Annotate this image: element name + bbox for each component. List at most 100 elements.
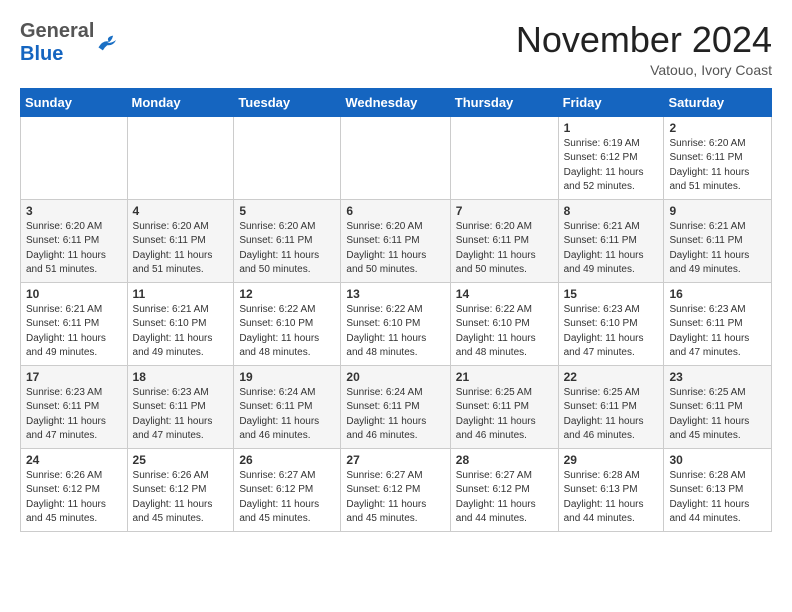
day-info: Sunrise: 6:21 AM Sunset: 6:11 PM Dayligh…	[669, 220, 766, 278]
calendar-cell: 25 Sunrise: 6:26 AM Sunset: 6:12 PM Dayli…	[127, 448, 234, 531]
location: Vatouo, Ivory Coast	[516, 62, 772, 78]
calendar-cell: 6Sunrise: 6:20 AM Sunset: 6:11 PM Daylig…	[341, 199, 450, 282]
day-number: 26	[239, 453, 335, 467]
col-header-thursday: Thursday	[450, 88, 558, 116]
col-header-saturday: Saturday	[664, 88, 772, 116]
calendar-cell: 20 Sunrise: 6:24 AM Sunset: 6:11 PM Dayli…	[341, 365, 450, 448]
calendar-cell: 30 Sunrise: 6:28 AM Sunset: 6:13 PM Dayli…	[664, 448, 772, 531]
page: General Blue November 2024 Vatouo, Ivory…	[0, 0, 792, 552]
day-number: 28	[456, 453, 553, 467]
calendar-cell: 29Sunrise: 6:28 AM Sunset: 6:13 PM Dayli…	[558, 448, 664, 531]
calendar-cell: 7 Sunrise: 6:20 AM Sunset: 6:11 PM Daylig…	[450, 199, 558, 282]
day-info: Sunrise: 6:25 AM Sunset: 6:11 PM Dayligh…	[669, 386, 766, 444]
calendar-cell: 11 Sunrise: 6:21 AM Sunset: 6:10 PM Dayli…	[127, 282, 234, 365]
col-header-monday: Monday	[127, 88, 234, 116]
calendar-cell: 5Sunrise: 6:20 AM Sunset: 6:11 PM Daylig…	[234, 199, 341, 282]
calendar-cell: 3 Sunrise: 6:20 AM Sunset: 6:11 PM Daylig…	[21, 199, 128, 282]
calendar-cell: 15 Sunrise: 6:23 AM Sunset: 6:10 PM Dayli…	[558, 282, 664, 365]
day-info: Sunrise: 6:28 AM Sunset: 6:13 PM Dayligh…	[669, 469, 766, 527]
logo: General Blue	[20, 20, 119, 66]
col-header-wednesday: Wednesday	[341, 88, 450, 116]
day-number: 11	[133, 287, 229, 301]
day-number: 3	[26, 204, 122, 218]
day-info: Sunrise: 6:20 AM Sunset: 6:11 PM Dayligh…	[346, 220, 444, 278]
day-number: 10	[26, 287, 122, 301]
calendar-cell: 8Sunrise: 6:21 AM Sunset: 6:11 PM Daylig…	[558, 199, 664, 282]
day-number: 25	[133, 453, 229, 467]
calendar-cell	[234, 116, 341, 199]
day-number: 7	[456, 204, 553, 218]
calendar-cell: 27 Sunrise: 6:27 AM Sunset: 6:12 PM Dayli…	[341, 448, 450, 531]
calendar-cell: 19Sunrise: 6:24 AM Sunset: 6:11 PM Dayli…	[234, 365, 341, 448]
day-number: 14	[456, 287, 553, 301]
calendar-week-4: 17Sunrise: 6:23 AM Sunset: 6:11 PM Dayli…	[21, 365, 772, 448]
day-info: Sunrise: 6:24 AM Sunset: 6:11 PM Dayligh…	[346, 386, 444, 444]
day-info: Sunrise: 6:21 AM Sunset: 6:11 PM Dayligh…	[564, 220, 659, 278]
logo-bird-icon	[97, 34, 119, 52]
day-info: Sunrise: 6:20 AM Sunset: 6:11 PM Dayligh…	[133, 220, 229, 278]
calendar-cell: 9 Sunrise: 6:21 AM Sunset: 6:11 PM Daylig…	[664, 199, 772, 282]
calendar-table: SundayMondayTuesdayWednesdayThursdayFrid…	[20, 88, 772, 532]
calendar-header-row: SundayMondayTuesdayWednesdayThursdayFrid…	[21, 88, 772, 116]
day-number: 15	[564, 287, 659, 301]
day-number: 20	[346, 370, 444, 384]
day-number: 16	[669, 287, 766, 301]
calendar-cell: 2Sunrise: 6:20 AM Sunset: 6:11 PM Daylig…	[664, 116, 772, 199]
calendar-cell: 12Sunrise: 6:22 AM Sunset: 6:10 PM Dayli…	[234, 282, 341, 365]
calendar-cell	[21, 116, 128, 199]
day-number: 29	[564, 453, 659, 467]
calendar-cell: 10 Sunrise: 6:21 AM Sunset: 6:11 PM Dayli…	[21, 282, 128, 365]
calendar-cell: 14 Sunrise: 6:22 AM Sunset: 6:10 PM Dayli…	[450, 282, 558, 365]
day-number: 30	[669, 453, 766, 467]
day-info: Sunrise: 6:23 AM Sunset: 6:11 PM Dayligh…	[133, 386, 229, 444]
title-block: November 2024 Vatouo, Ivory Coast	[516, 20, 772, 78]
calendar-cell: 23 Sunrise: 6:25 AM Sunset: 6:11 PM Dayli…	[664, 365, 772, 448]
day-number: 4	[133, 204, 229, 218]
day-info: Sunrise: 6:22 AM Sunset: 6:10 PM Dayligh…	[456, 303, 553, 361]
day-number: 21	[456, 370, 553, 384]
day-info: Sunrise: 6:26 AM Sunset: 6:12 PM Dayligh…	[26, 469, 122, 527]
day-number: 27	[346, 453, 444, 467]
day-number: 9	[669, 204, 766, 218]
calendar-week-5: 24 Sunrise: 6:26 AM Sunset: 6:12 PM Dayli…	[21, 448, 772, 531]
day-info: Sunrise: 6:22 AM Sunset: 6:10 PM Dayligh…	[346, 303, 444, 361]
day-info: Sunrise: 6:24 AM Sunset: 6:11 PM Dayligh…	[239, 386, 335, 444]
day-info: Sunrise: 6:23 AM Sunset: 6:11 PM Dayligh…	[26, 386, 122, 444]
day-number: 5	[239, 204, 335, 218]
col-header-friday: Friday	[558, 88, 664, 116]
calendar-week-1: 1Sunrise: 6:19 AM Sunset: 6:12 PM Daylig…	[21, 116, 772, 199]
col-header-sunday: Sunday	[21, 88, 128, 116]
day-info: Sunrise: 6:25 AM Sunset: 6:11 PM Dayligh…	[456, 386, 553, 444]
day-number: 22	[564, 370, 659, 384]
day-number: 23	[669, 370, 766, 384]
logo-blue: Blue	[20, 43, 94, 66]
day-info: Sunrise: 6:20 AM Sunset: 6:11 PM Dayligh…	[26, 220, 122, 278]
calendar-week-3: 10 Sunrise: 6:21 AM Sunset: 6:11 PM Dayli…	[21, 282, 772, 365]
day-number: 24	[26, 453, 122, 467]
day-number: 18	[133, 370, 229, 384]
day-info: Sunrise: 6:27 AM Sunset: 6:12 PM Dayligh…	[346, 469, 444, 527]
calendar-cell: 28 Sunrise: 6:27 AM Sunset: 6:12 PM Dayli…	[450, 448, 558, 531]
calendar-cell	[450, 116, 558, 199]
day-info: Sunrise: 6:25 AM Sunset: 6:11 PM Dayligh…	[564, 386, 659, 444]
calendar-cell: 17Sunrise: 6:23 AM Sunset: 6:11 PM Dayli…	[21, 365, 128, 448]
day-info: Sunrise: 6:23 AM Sunset: 6:10 PM Dayligh…	[564, 303, 659, 361]
col-header-tuesday: Tuesday	[234, 88, 341, 116]
day-info: Sunrise: 6:21 AM Sunset: 6:11 PM Dayligh…	[26, 303, 122, 361]
calendar-cell	[341, 116, 450, 199]
day-number: 2	[669, 121, 766, 135]
calendar-cell: 1Sunrise: 6:19 AM Sunset: 6:12 PM Daylig…	[558, 116, 664, 199]
header: General Blue November 2024 Vatouo, Ivory…	[20, 20, 772, 78]
logo-general: General	[20, 20, 94, 43]
calendar-cell: 21 Sunrise: 6:25 AM Sunset: 6:11 PM Dayli…	[450, 365, 558, 448]
month-title: November 2024	[516, 20, 772, 60]
calendar-cell: 16Sunrise: 6:23 AM Sunset: 6:11 PM Dayli…	[664, 282, 772, 365]
day-info: Sunrise: 6:20 AM Sunset: 6:11 PM Dayligh…	[456, 220, 553, 278]
day-info: Sunrise: 6:26 AM Sunset: 6:12 PM Dayligh…	[133, 469, 229, 527]
day-info: Sunrise: 6:21 AM Sunset: 6:10 PM Dayligh…	[133, 303, 229, 361]
calendar-cell	[127, 116, 234, 199]
day-info: Sunrise: 6:27 AM Sunset: 6:12 PM Dayligh…	[456, 469, 553, 527]
day-info: Sunrise: 6:22 AM Sunset: 6:10 PM Dayligh…	[239, 303, 335, 361]
day-number: 1	[564, 121, 659, 135]
day-info: Sunrise: 6:27 AM Sunset: 6:12 PM Dayligh…	[239, 469, 335, 527]
